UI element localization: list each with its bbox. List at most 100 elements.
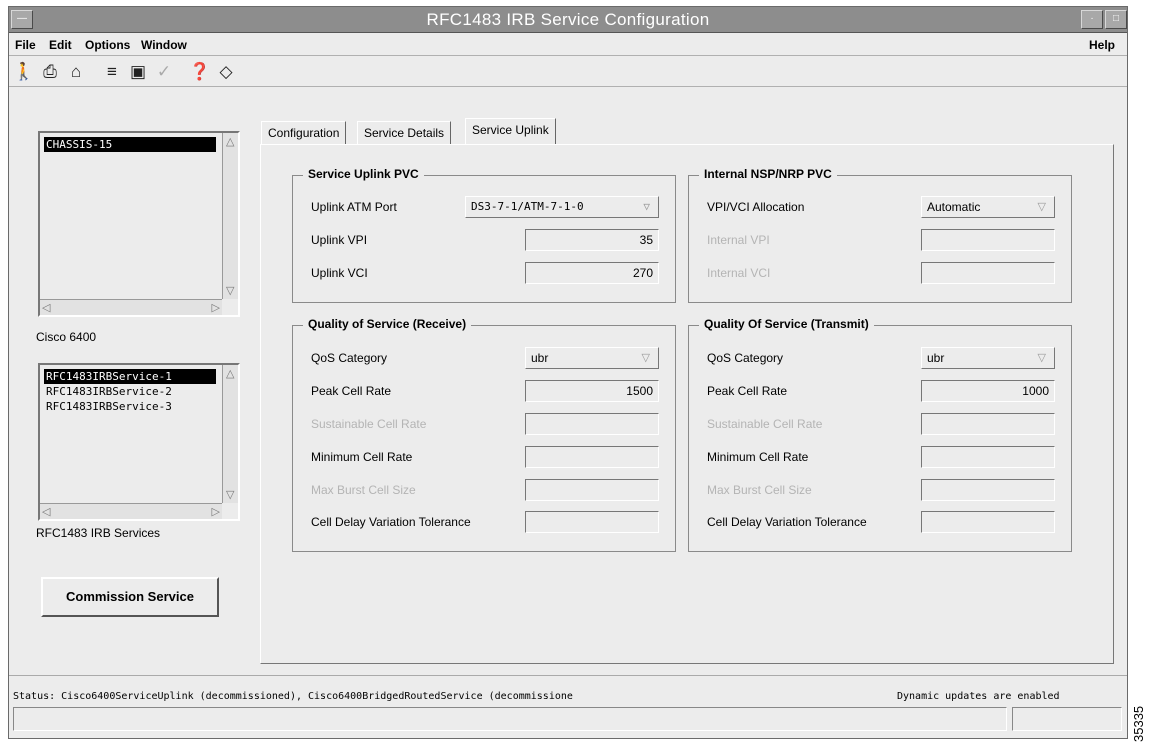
commission-service-button[interactable]: Commission Service [41,577,219,617]
maximize-button[interactable]: □ [1105,10,1127,29]
tab-service-uplink[interactable]: Service Uplink [465,118,556,145]
internal-vci-label: Internal VCI [707,266,771,280]
list-item[interactable]: RFC1483IRBService-2 [44,384,174,399]
select-value: Automatic [927,200,981,214]
internal-pvc-group: Internal NSP/NRP PVC VPI/VCI Allocation … [688,167,1072,303]
chassis-list[interactable]: CHASSIS-15 △ ▽ ◁ ▷ [38,131,240,317]
menu-edit[interactable]: Edit [49,38,72,52]
max-burst-cell-size-label: Max Burst Cell Size [311,483,416,497]
uplink-atm-port-label: Uplink ATM Port [311,200,397,214]
group-title: Quality Of Service (Transmit) [699,317,874,331]
scroll-up-icon[interactable]: △ [226,135,234,148]
vpi-vci-allocation-label: VPI/VCI Allocation [707,200,805,214]
minimum-cell-rate-label: Minimum Cell Rate [311,450,413,464]
tab-service-details[interactable]: Service Details [357,121,452,145]
peak-cell-rate-label: Peak Cell Rate [707,384,788,398]
group-title: Service Uplink PVC [303,167,424,181]
open-icon[interactable]: ⌂ [65,62,87,82]
list-item[interactable]: RFC1483IRBService-1 [44,369,216,384]
peak-cell-rate-label: Peak Cell Rate [311,384,392,398]
group-title: Internal NSP/NRP PVC [699,167,837,181]
scroll-right-icon[interactable]: ▷ [212,505,220,518]
cdvt-field[interactable] [921,511,1055,533]
updates-status: Dynamic updates are enabled [897,691,1060,702]
max-burst-cell-size-field[interactable] [525,479,659,501]
figure-id: 35335 [1131,705,1146,742]
cdvt-label: Cell Delay Variation Tolerance [311,515,471,529]
max-burst-cell-size-field[interactable] [921,479,1055,501]
select-value: DS3-7-1/ATM-7-1-0 [471,200,584,213]
copy-icon[interactable]: ▣ [127,62,149,82]
service-list[interactable]: RFC1483IRBService-1 RFC1483IRBService-2 … [38,363,240,521]
check-icon[interactable]: ✓ [153,62,175,82]
chevron-down-icon: ▽ [641,352,650,364]
qos-transmit-group: Quality Of Service (Transmit) QoS Catego… [688,317,1072,552]
status-text: Status: Cisco6400ServiceUplink (decommis… [13,691,573,702]
vpi-vci-allocation-select[interactable]: Automatic ▽ [921,196,1055,218]
menu-options[interactable]: Options [85,38,130,52]
qos-category-select[interactable]: ubr ▽ [921,347,1055,369]
chevron-down-icon: ▽ [1037,201,1046,213]
minimum-cell-rate-field[interactable] [921,446,1055,468]
print-icon[interactable]: ⎙ [39,62,61,82]
qos-receive-group: Quality of Service (Receive) QoS Categor… [292,317,676,552]
minimum-cell-rate-label: Minimum Cell Rate [707,450,809,464]
uplink-vpi-label: Uplink VPI [311,233,368,247]
menu-file[interactable]: File [15,38,36,52]
tab-configuration[interactable]: Configuration [261,121,347,145]
status-bar-secondary [1012,707,1122,731]
cdvt-label: Cell Delay Variation Tolerance [707,515,867,529]
qos-category-label: QoS Category [311,351,388,365]
window-title: RFC1483 IRB Service Configuration [426,10,710,29]
title-bar[interactable]: — RFC1483 IRB Service Configuration · □ [9,7,1127,33]
menu-help[interactable]: Help [1089,38,1115,52]
scroll-down-icon[interactable]: ▽ [226,488,234,501]
internal-vci-field[interactable] [921,262,1055,284]
peak-cell-rate-field[interactable]: 1500 [525,380,659,402]
sustainable-cell-rate-label: Sustainable Cell Rate [311,417,427,431]
menu-window[interactable]: Window [141,38,187,52]
exit-icon[interactable]: 🚶 [13,62,35,82]
scroll-up-icon[interactable]: △ [226,367,234,380]
select-value: ubr [927,351,945,365]
toolbar: 🚶 ⎙ ⌂ ≡ ▣ ✓ ❓ ◇ [9,57,1127,87]
vertical-scrollbar[interactable]: △ ▽ [222,365,238,503]
help-icon[interactable]: ❓ [189,62,211,82]
chevron-down-icon: ▽ [643,200,650,213]
service-uplink-pvc-group: Service Uplink PVC Uplink ATM Port DS3-7… [292,167,676,303]
group-title: Quality of Service (Receive) [303,317,472,331]
refresh-icon[interactable]: ◇ [215,62,237,82]
max-burst-cell-size-label: Max Burst Cell Size [707,483,812,497]
chassis-label: Cisco 6400 [36,330,97,344]
horizontal-scrollbar[interactable]: ◁ ▷ [40,503,222,519]
internal-vpi-label: Internal VPI [707,233,770,247]
list-icon[interactable]: ≡ [101,62,123,82]
uplink-vci-label: Uplink VCI [311,266,368,280]
scroll-left-icon[interactable]: ◁ [42,505,50,518]
uplink-vci-field[interactable]: 270 [525,262,659,284]
qos-category-select[interactable]: ubr ▽ [525,347,659,369]
cdvt-field[interactable] [525,511,659,533]
scroll-right-icon[interactable]: ▷ [212,301,220,314]
select-value: ubr [531,351,549,365]
sustainable-cell-rate-field[interactable] [525,413,659,435]
sustainable-cell-rate-field[interactable] [921,413,1055,435]
services-label: RFC1483 IRB Services [36,526,161,540]
scroll-left-icon[interactable]: ◁ [42,301,50,314]
qos-category-label: QoS Category [707,351,784,365]
list-item[interactable]: RFC1483IRBService-3 [44,399,174,414]
internal-vpi-field[interactable] [921,229,1055,251]
uplink-vpi-field[interactable]: 35 [525,229,659,251]
minimum-cell-rate-field[interactable] [525,446,659,468]
uplink-atm-port-select[interactable]: DS3-7-1/ATM-7-1-0 ▽ [465,196,659,218]
peak-cell-rate-field[interactable]: 1000 [921,380,1055,402]
chevron-down-icon: ▽ [1037,352,1046,364]
list-item[interactable]: CHASSIS-15 [44,137,216,152]
scroll-down-icon[interactable]: ▽ [226,284,234,297]
tab-panel: Service Uplink PVC Uplink ATM Port DS3-7… [260,144,1114,664]
horizontal-scrollbar[interactable]: ◁ ▷ [40,299,222,315]
main-window: — RFC1483 IRB Service Configuration · □ … [8,6,1128,739]
status-bar [13,707,1007,731]
minimize-button[interactable]: · [1081,10,1103,29]
vertical-scrollbar[interactable]: △ ▽ [222,133,238,299]
